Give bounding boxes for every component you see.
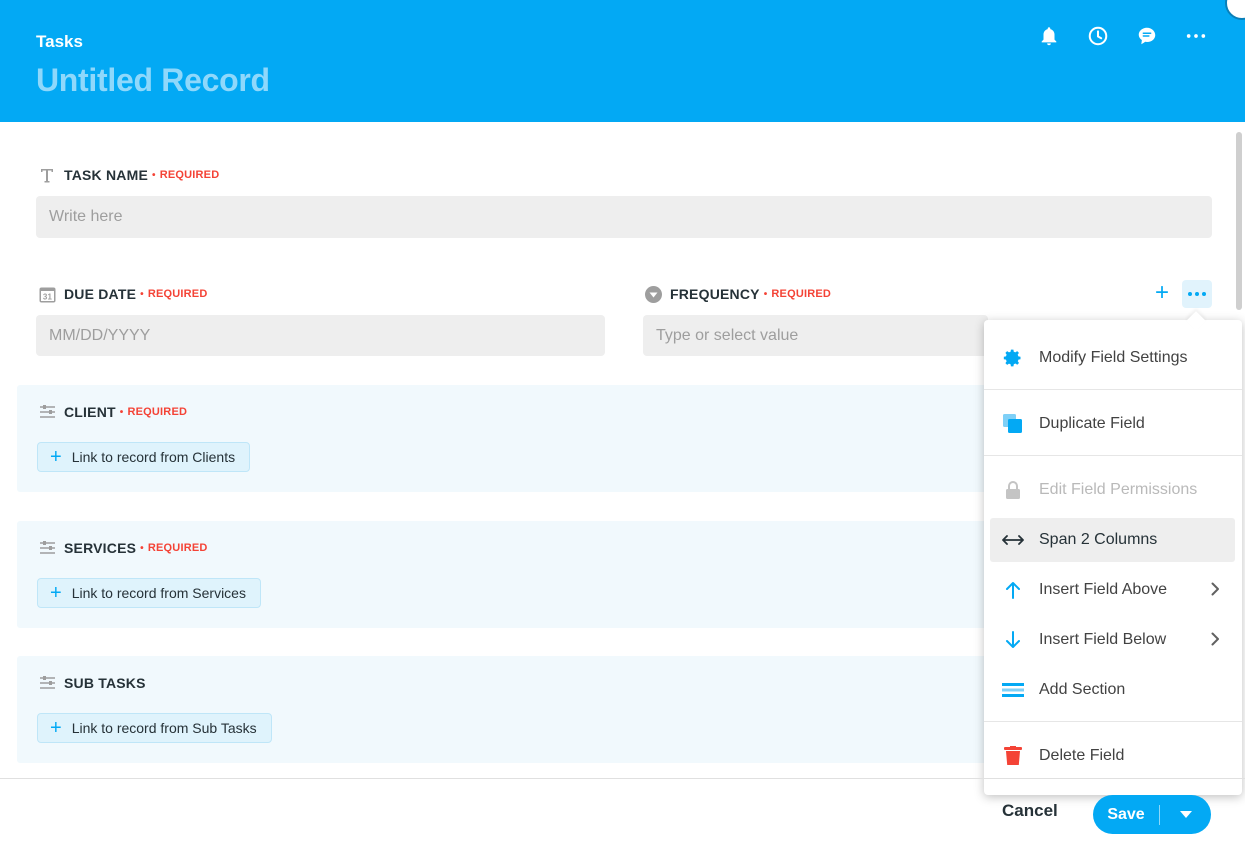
link-field-icon	[38, 674, 56, 692]
duplicate-icon	[1002, 413, 1024, 435]
gear-icon	[1002, 347, 1024, 369]
section-icon	[1002, 679, 1024, 701]
task-name-label: TASK NAME REQUIRED	[38, 166, 219, 184]
menu-item-add-section[interactable]: Add Section	[984, 665, 1242, 715]
link-clients-button[interactable]: + Link to record from Clients	[37, 442, 251, 472]
arrow-down-icon	[1002, 629, 1024, 651]
services-label: SERVICES REQUIRED	[38, 539, 208, 557]
menu-divider	[984, 455, 1242, 456]
arrow-up-icon	[1002, 579, 1024, 601]
link-sub-tasks-button[interactable]: + Link to record from Sub Tasks	[37, 713, 272, 743]
menu-divider	[984, 721, 1242, 722]
due-date-label: 31 DUE DATE REQUIRED	[38, 285, 208, 303]
trash-icon	[1002, 745, 1024, 767]
link-field-icon	[38, 539, 56, 557]
client-section: CLIENT REQUIRED + Link to record from Cl…	[17, 385, 1017, 492]
footer-divider	[0, 778, 1245, 779]
frequency-input[interactable]: Type or select value	[643, 315, 988, 356]
menu-divider	[984, 389, 1242, 390]
required-tag: REQUIRED	[140, 288, 207, 300]
menu-item-modify-field-settings[interactable]: Modify Field Settings	[984, 333, 1242, 383]
field-more-button[interactable]	[1182, 280, 1212, 308]
chevron-right-icon	[1211, 582, 1219, 596]
clock-icon[interactable]	[1086, 24, 1110, 48]
plus-icon: +	[50, 717, 62, 739]
chat-icon[interactable]	[1135, 24, 1159, 48]
record-title[interactable]: Untitled Record	[36, 62, 270, 99]
plus-icon: +	[50, 582, 62, 604]
link-field-icon	[38, 403, 56, 421]
app-name: Tasks	[36, 32, 83, 51]
more-icon[interactable]	[1184, 24, 1208, 48]
dropdown-icon	[644, 285, 662, 303]
cancel-button[interactable]: Cancel	[1002, 801, 1058, 821]
menu-item-duplicate-field[interactable]: Duplicate Field	[984, 399, 1242, 449]
save-options-caret-icon[interactable]	[1160, 810, 1211, 819]
save-label[interactable]: Save	[1093, 806, 1159, 824]
required-tag: REQUIRED	[152, 169, 219, 181]
plus-icon: +	[50, 446, 62, 468]
field-context-menu: Modify Field Settings Duplicate Field Ed…	[984, 320, 1242, 795]
bell-icon[interactable]	[1037, 24, 1061, 48]
services-section: SERVICES REQUIRED + Link to record from …	[17, 521, 1017, 628]
menu-item-insert-field-below[interactable]: Insert Field Below	[984, 615, 1242, 665]
add-value-button[interactable]: +	[1150, 279, 1174, 306]
due-date-input[interactable]: MM/DD/YYYY	[36, 315, 605, 356]
span-arrows-icon	[1002, 529, 1024, 551]
required-tag: REQUIRED	[764, 288, 831, 300]
sub-tasks-section: SUB TASKS + Link to record from Sub Task…	[17, 656, 1017, 763]
required-tag: REQUIRED	[120, 406, 187, 418]
menu-item-insert-field-above[interactable]: Insert Field Above	[984, 565, 1242, 615]
client-label: CLIENT REQUIRED	[38, 403, 187, 421]
link-services-button[interactable]: + Link to record from Services	[37, 578, 261, 608]
frequency-label: FREQUENCY REQUIRED	[644, 285, 831, 303]
chevron-right-icon	[1211, 632, 1219, 646]
close-circle-icon[interactable]	[1225, 0, 1245, 20]
text-type-icon	[38, 166, 56, 184]
menu-item-span-2-columns[interactable]: Span 2 Columns	[990, 518, 1235, 562]
svg-text:31: 31	[42, 292, 52, 301]
sub-tasks-label: SUB TASKS	[38, 674, 146, 692]
record-header: Tasks Untitled Record	[0, 0, 1245, 122]
calendar-icon: 31	[38, 285, 56, 303]
required-tag: REQUIRED	[140, 542, 207, 554]
lock-icon	[1002, 479, 1024, 501]
menu-item-delete-field[interactable]: Delete Field	[984, 731, 1242, 781]
menu-item-edit-field-permissions[interactable]: Edit Field Permissions	[984, 465, 1242, 515]
scrollbar[interactable]	[1236, 132, 1242, 310]
save-button[interactable]: Save	[1093, 795, 1211, 834]
task-name-input[interactable]: Write here	[36, 196, 1212, 238]
